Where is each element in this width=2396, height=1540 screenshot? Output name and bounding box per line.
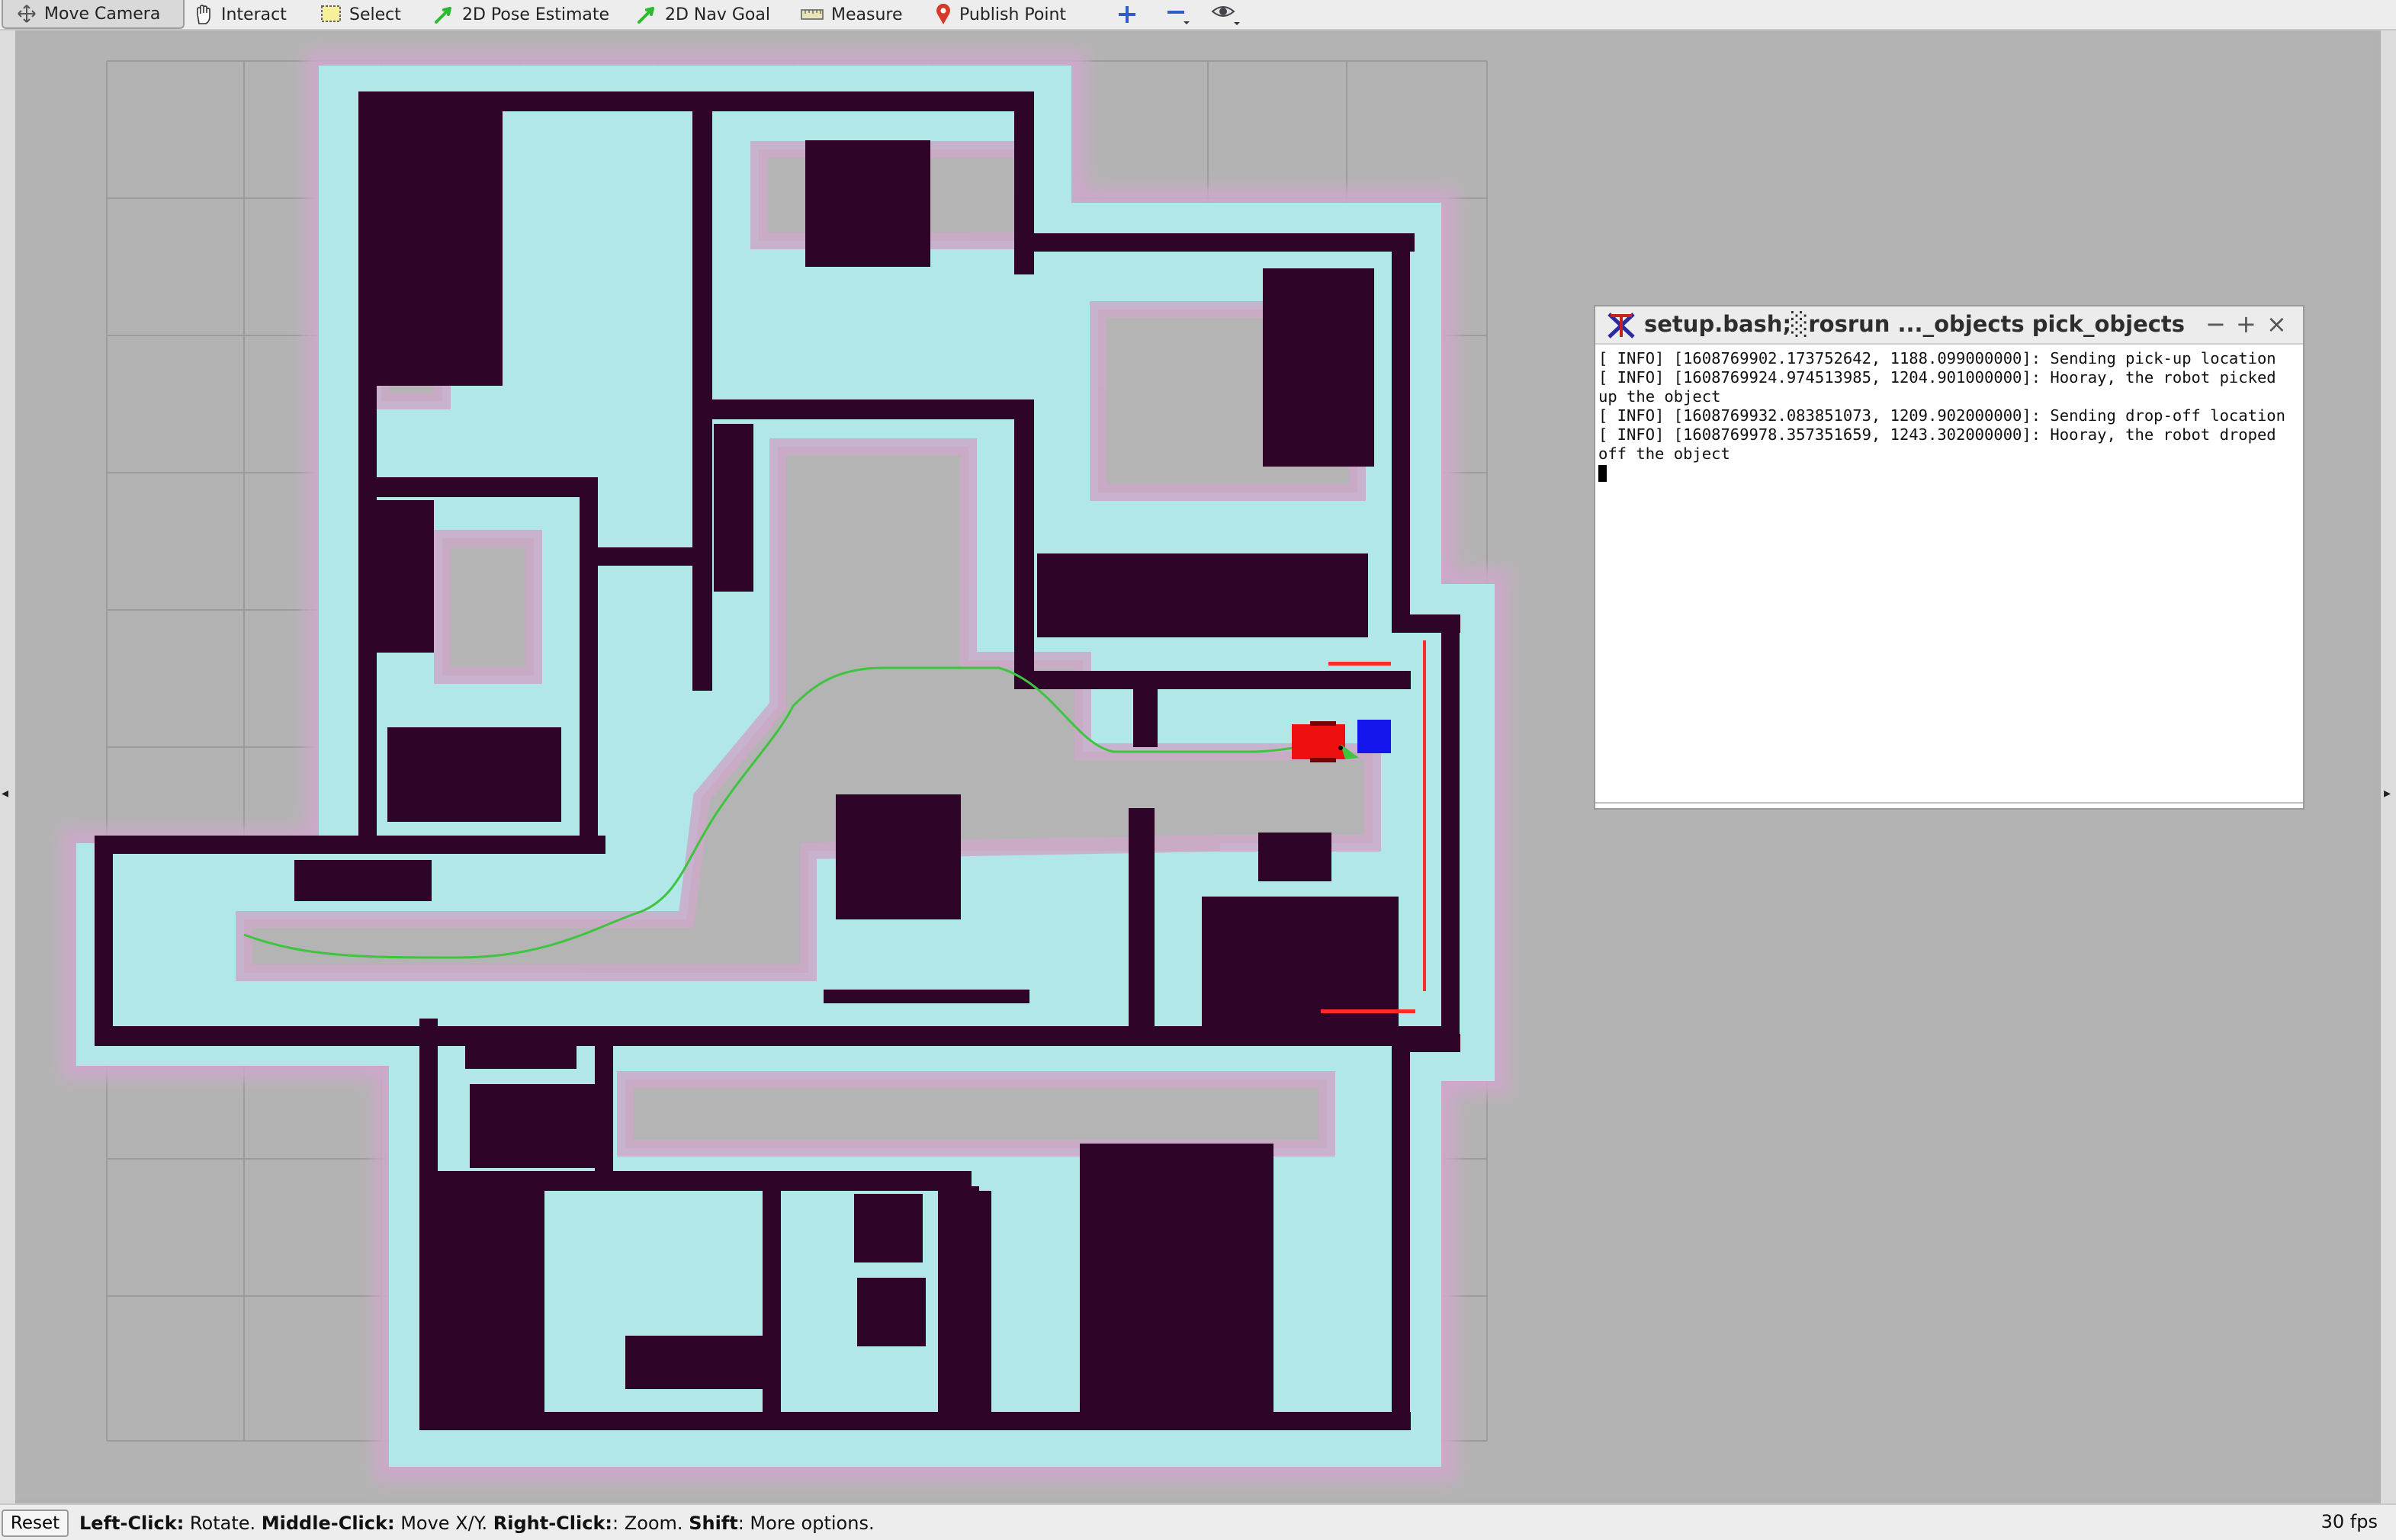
remove-tool-button[interactable] [1165,0,1191,29]
move-camera-icon [18,5,36,23]
view-options-button[interactable] [1211,0,1241,29]
expand-left-icon: ◂ [2,785,9,801]
interact-label: Interact [221,5,287,24]
hint-key: Right-Click: [493,1513,613,1534]
hint-key: Shift [689,1513,738,1534]
pose-arrow-icon [435,7,451,24]
hint-text: Move X/Y. [394,1513,493,1534]
remove-tool-icon [1167,11,1190,24]
rviz-toolbar: Move Camera Interact Select 2D Pose Esti… [0,0,2396,30]
add-tool-button[interactable] [1116,0,1138,29]
expand-right-icon: ▸ [2384,785,2391,801]
nav-goal-label: 2D Nav Goal [665,5,770,24]
terminal-output[interactable]: [ INFO] [1608769902.173752642, 1188.0990… [1595,345,2303,483]
view-eye-icon [1211,6,1240,25]
pose-estimate-label: 2D Pose Estimate [462,5,610,24]
measure-label: Measure [831,5,903,24]
add-tool-icon [1119,6,1135,23]
hand-icon [197,5,210,24]
hint-text: : More options. [737,1513,875,1534]
select-icon [321,5,341,22]
interact-tool[interactable]: Interact [194,0,287,29]
terminal-window[interactable]: setup.bash;░rosrun ..._objects pick_obje… [1594,305,2304,810]
hint-text: : Zoom. [612,1513,689,1534]
hint-text: Rotate. [184,1513,262,1534]
status-bar: Reset Left-Click: Rotate. Middle-Click: … [0,1503,2396,1540]
log-line: [ INFO] [1608769978.357351659, 1243.3020… [1598,425,2285,463]
map-pin-icon [936,3,950,25]
select-tool[interactable]: Select [320,0,401,29]
terminal-cursor [1598,465,1607,482]
log-line: [ INFO] [1608769932.083851073, 1209.9020… [1598,406,2285,425]
right-panel-collapse-strip[interactable]: ▸ [2381,30,2396,1534]
nav-goal-tool[interactable]: 2D Nav Goal [636,0,770,29]
publish-point-tool[interactable]: Publish Point [935,0,1066,29]
minimize-button[interactable]: − [2205,310,2226,338]
pose-estimate-tool[interactable]: 2D Pose Estimate [433,0,609,29]
left-panel-collapse-strip[interactable]: ◂ [0,30,15,1534]
maximize-button[interactable]: + [2236,310,2256,338]
reset-button[interactable]: Reset [2,1510,69,1537]
object-marker [1357,720,1391,753]
log-line: [ INFO] [1608769902.173752642, 1188.0990… [1598,349,2276,367]
hint-key: Left-Click: [79,1513,185,1534]
close-button[interactable]: × [2266,310,2287,338]
move-camera-label: Move Camera [44,4,161,24]
log-line: [ INFO] [1608769924.974513985, 1204.9010… [1598,368,2285,406]
nav-goal-arrow-icon [638,7,654,24]
xterm-logo-icon [1608,313,1635,338]
terminal-titlebar[interactable]: setup.bash;░rosrun ..._objects pick_obje… [1595,306,2303,345]
ruler-icon [801,9,824,20]
fps-counter: 30 fps [2321,1511,2378,1532]
measure-tool[interactable]: Measure [801,0,903,29]
publish-point-label: Publish Point [959,5,1067,24]
hint-key: Middle-Click: [261,1513,395,1534]
mouse-hint: Left-Click: Rotate. Middle-Click: Move X… [79,1513,875,1534]
select-label: Select [349,5,401,24]
move-camera-tool[interactable]: Move Camera [2,0,185,29]
terminal-scrollbar[interactable] [1595,802,2303,808]
terminal-title: setup.bash;░rosrun ..._objects pick_obje… [1644,311,2186,337]
